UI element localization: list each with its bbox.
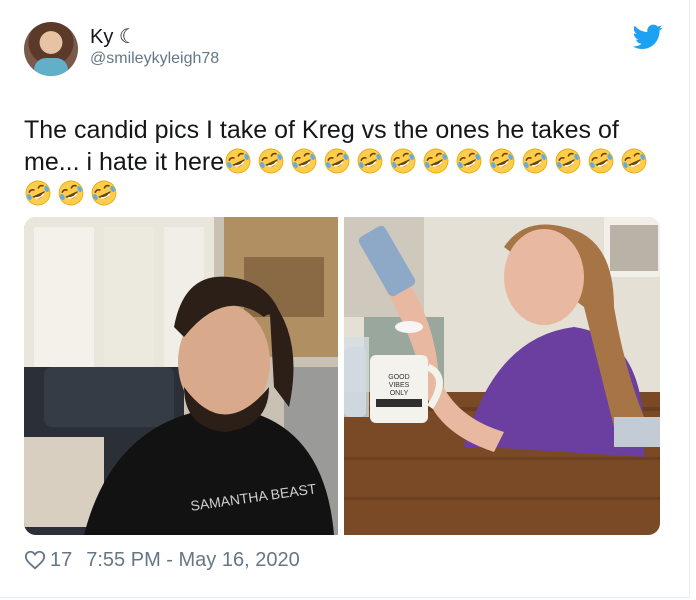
rofl-emoji-icon (422, 147, 450, 175)
rofl-emoji-icon (389, 147, 417, 175)
twitter-bird-icon[interactable] (633, 24, 663, 50)
avatar[interactable] (24, 22, 78, 76)
photo-right-image: GOOD VIBES ONLY (344, 217, 660, 535)
rofl-emoji-icon (356, 147, 384, 175)
tweet-footer: 17 7:55 PM - May 16, 2020 (24, 547, 300, 573)
rofl-emoji-icon (224, 147, 252, 175)
rofl-emoji-icon (323, 147, 351, 175)
rofl-emoji-icon (257, 147, 285, 175)
photo-right[interactable]: GOOD VIBES ONLY (344, 217, 660, 535)
rofl-emoji-icon (620, 147, 648, 175)
rofl-emoji-icon (57, 179, 85, 207)
rofl-emoji-icon (290, 147, 318, 175)
tweet-timestamp[interactable]: 7:55 PM - May 16, 2020 (86, 549, 299, 572)
rofl-emoji-icon (554, 147, 582, 175)
rofl-emoji-icon (455, 147, 483, 175)
mug-text-line3: ONLY (390, 390, 409, 397)
photo-left[interactable]: SAMANTHA BEAST (24, 217, 338, 535)
user-handle[interactable]: @smileykyleigh78 (90, 50, 219, 68)
like-count[interactable]: 17 (50, 549, 72, 572)
mug-text-line1: GOOD (388, 374, 409, 381)
heart-icon[interactable] (24, 549, 46, 571)
rofl-emoji-icon (90, 179, 118, 207)
tweet-card: Ky ☾ @smileykyleigh78 The candid pics I … (0, 0, 690, 598)
rofl-emoji-icon (521, 147, 549, 175)
rofl-emoji-icon (488, 147, 516, 175)
rofl-emoji-icon (587, 147, 615, 175)
tweet-text: The candid pics I take of Kreg vs the on… (24, 114, 664, 210)
mug-text-line2: VIBES (389, 382, 410, 389)
photo-left-image: SAMANTHA BEAST (24, 217, 338, 535)
display-name[interactable]: Ky ☾ (90, 24, 137, 49)
rofl-emoji-icon (24, 179, 52, 207)
